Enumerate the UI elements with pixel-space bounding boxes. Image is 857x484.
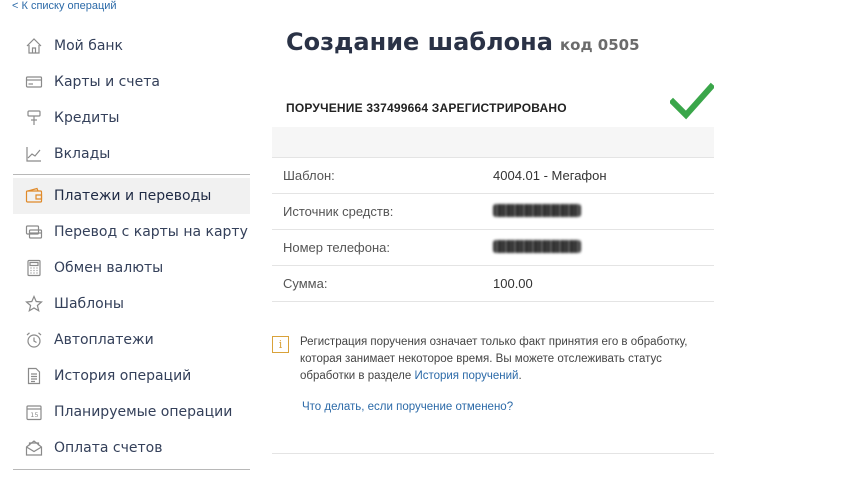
card-icon <box>25 73 43 91</box>
sidebar-item-label: Вклады <box>54 146 111 162</box>
sidebar-item-deposits[interactable]: Вклады <box>13 136 250 172</box>
back-to-operations-link[interactable]: < К списку операций <box>12 0 117 13</box>
card-transfer-icon <box>25 223 43 241</box>
sidebar-item-label: Карты и счета <box>54 74 160 90</box>
detail-label: Сумма: <box>283 276 328 291</box>
sidebar-item-label: Кредиты <box>54 110 120 126</box>
home-icon <box>25 37 43 55</box>
sidebar-item-cards-accounts[interactable]: Карты и счета <box>13 64 250 100</box>
sidebar-item-label: Перевод с карты на карту <box>54 224 248 240</box>
calculator-icon <box>25 259 43 277</box>
notice-end: . <box>518 370 522 382</box>
info-notice: i Регистрация поручения означает только … <box>272 334 714 385</box>
star-icon <box>25 295 43 313</box>
divider <box>272 453 714 454</box>
sidebar-item-history[interactable]: История операций <box>13 358 250 394</box>
detail-label: Шаблон: <box>283 168 335 183</box>
operation-code: код 0505 <box>559 36 640 54</box>
sidebar-item-planned-operations[interactable]: 15 Планируемые операции <box>13 394 250 430</box>
sidebar-item-bill-payment[interactable]: Оплата счетов <box>13 430 250 466</box>
sidebar-item-label: История операций <box>54 368 192 384</box>
sidebar-item-autopayments[interactable]: Автоплатежи <box>13 322 250 358</box>
history-link[interactable]: История поручений <box>414 370 518 382</box>
sidebar-nav: Мой банк Карты и счета Кредиты Вклады Пл… <box>13 28 250 470</box>
sidebar-item-label: Мой банк <box>54 38 124 54</box>
page-title: Создание шаблона код 0505 <box>272 28 714 62</box>
wallet-icon <box>25 187 43 205</box>
sidebar-item-label: Планируемые операции <box>54 404 233 420</box>
envelope-icon <box>25 439 43 457</box>
chart-icon <box>25 145 43 163</box>
document-icon <box>25 367 43 385</box>
sidebar-item-label: Обмен валюты <box>54 260 164 276</box>
sidebar-item-currency-exchange[interactable]: Обмен валюты <box>13 250 250 286</box>
svg-text:15: 15 <box>30 411 38 419</box>
sidebar-item-payments-transfers[interactable]: Платежи и переводы <box>13 178 250 214</box>
redacted-value <box>493 239 581 256</box>
sidebar-item-my-bank[interactable]: Мой банк <box>13 28 250 64</box>
detail-label: Номер телефона: <box>283 240 390 255</box>
main-content: Создание шаблона код 0505 ПОРУЧЕНИЕ 3374… <box>272 28 714 454</box>
credit-icon <box>25 109 43 127</box>
detail-value: 4004.01 - Мегафон <box>493 168 607 183</box>
status-message: ПОРУЧЕНИЕ 337499664 ЗАРЕГИСТРИРОВАНО <box>286 101 567 115</box>
info-icon: i <box>272 336 289 353</box>
sidebar-item-card-to-card[interactable]: Перевод с карты на карту <box>13 214 250 250</box>
detail-row-template: Шаблон: 4004.01 - Мегафон <box>272 158 714 194</box>
sidebar-divider <box>13 469 250 470</box>
detail-value: 100.00 <box>493 276 533 291</box>
detail-row-amount: Сумма: 100.00 <box>272 266 714 302</box>
detail-row-phone: Номер телефона: <box>272 230 714 266</box>
status-panel: ПОРУЧЕНИЕ 337499664 ЗАРЕГИСТРИРОВАНО <box>272 82 714 157</box>
operation-details: Шаблон: 4004.01 - Мегафон Источник средс… <box>272 157 714 302</box>
sidebar-item-label: Шаблоны <box>54 296 124 312</box>
sidebar-item-templates[interactable]: Шаблоны <box>13 286 250 322</box>
checkmark-icon <box>670 82 714 120</box>
calendar-icon: 15 <box>25 403 43 421</box>
sidebar-item-credits[interactable]: Кредиты <box>13 100 250 136</box>
sidebar-divider <box>13 174 250 175</box>
alarm-clock-icon <box>25 331 43 349</box>
redacted-value <box>493 203 581 220</box>
detail-row-source: Источник средств: <box>272 194 714 230</box>
sidebar-item-label: Оплата счетов <box>54 440 163 456</box>
cancelled-order-help-link[interactable]: Что делать, если поручение отменено? <box>302 401 714 413</box>
sidebar-item-label: Платежи и переводы <box>54 188 212 204</box>
sidebar-item-label: Автоплатежи <box>54 332 154 348</box>
detail-label: Источник средств: <box>283 204 394 219</box>
page-title-text: Создание шаблона <box>286 28 553 56</box>
